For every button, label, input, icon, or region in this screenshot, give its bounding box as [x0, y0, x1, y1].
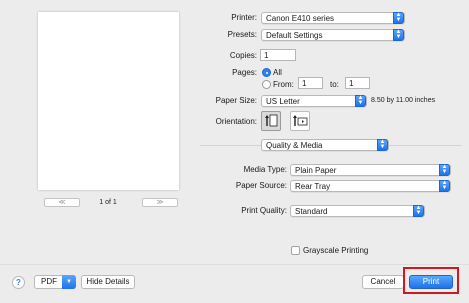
section-value: Quality & Media — [266, 141, 323, 150]
print-quality-select[interactable]: Standard ▲ ▼ — [290, 205, 425, 217]
copies-field[interactable]: 1 — [260, 49, 296, 61]
grayscale-label: Grayscale Printing — [303, 246, 369, 255]
cancel-button[interactable]: Cancel — [362, 275, 404, 289]
printer-value: Canon E410 series — [266, 14, 335, 23]
footer-divider — [0, 264, 469, 265]
paper-source-value: Rear Tray — [295, 182, 331, 191]
page-indicator: 1 of 1 — [99, 199, 117, 206]
paper-size-value: US Letter — [266, 97, 300, 106]
media-type-value: Plain Paper — [295, 166, 337, 175]
paper-dimensions: 8.50 by 11.00 inches — [371, 97, 436, 104]
hide-details-button[interactable]: Hide Details — [81, 275, 135, 289]
print-quality-label: Print Quality: — [241, 206, 287, 215]
pdf-button[interactable]: PDF ▼ — [34, 275, 76, 289]
pages-from-field[interactable]: 1 — [298, 77, 323, 89]
chevron-down-icon: ▼ — [62, 275, 76, 289]
grayscale-checkbox[interactable] — [291, 246, 300, 255]
pages-from-label: From: — [273, 80, 294, 89]
pdf-label: PDF — [41, 277, 57, 286]
media-type-label: Media Type: — [243, 165, 287, 174]
orientation-label: Orientation: — [215, 117, 257, 126]
copies-label: Copies: — [229, 51, 257, 60]
paper-source-label: Paper Source: — [235, 181, 287, 190]
print-button[interactable]: Print — [409, 275, 453, 289]
chevron-updown-icon: ▲ ▼ — [393, 29, 404, 41]
print-quality-value: Standard — [295, 207, 328, 216]
printer-select[interactable]: Canon E410 series ▲ ▼ — [261, 12, 405, 24]
help-button[interactable]: ? — [12, 276, 25, 289]
first-page-button[interactable]: ≪ — [44, 198, 80, 207]
paper-size-select[interactable]: US Letter ▲ ▼ — [261, 95, 367, 107]
paper-size-label: Paper Size: — [215, 96, 257, 105]
chevron-updown-icon: ▲ ▼ — [413, 205, 424, 217]
pages-all-label: All — [273, 68, 282, 77]
pages-from-radio[interactable] — [262, 80, 271, 89]
chevron-updown-icon: ▲ ▼ — [439, 180, 450, 192]
presets-value: Default Settings — [266, 31, 323, 40]
chevron-updown-icon: ▲ ▼ — [377, 139, 388, 151]
pages-all-radio[interactable] — [262, 68, 271, 77]
section-select[interactable]: Quality & Media ▲ ▼ — [261, 139, 389, 151]
printer-label: Printer: — [231, 13, 257, 22]
chevron-updown-icon: ▲ ▼ — [439, 164, 450, 176]
paper-source-select[interactable]: Rear Tray ▲ ▼ — [290, 180, 451, 192]
orientation-landscape-button[interactable] — [290, 111, 310, 131]
pages-to-label: to: — [330, 80, 339, 89]
chevron-updown-icon: ▲ ▼ — [355, 95, 366, 107]
landscape-icon — [293, 115, 308, 126]
presets-label: Presets: — [227, 30, 257, 39]
last-page-button[interactable]: ≫ — [142, 198, 178, 207]
chevron-updown-icon: ▲ ▼ — [393, 12, 404, 24]
portrait-icon — [265, 114, 278, 127]
pages-to-field[interactable]: 1 — [345, 77, 370, 89]
presets-select[interactable]: Default Settings ▲ ▼ — [261, 29, 405, 41]
pages-label: Pages: — [232, 68, 257, 77]
media-type-select[interactable]: Plain Paper ▲ ▼ — [290, 164, 451, 176]
orientation-portrait-button[interactable] — [261, 111, 281, 131]
page-preview — [38, 12, 179, 190]
